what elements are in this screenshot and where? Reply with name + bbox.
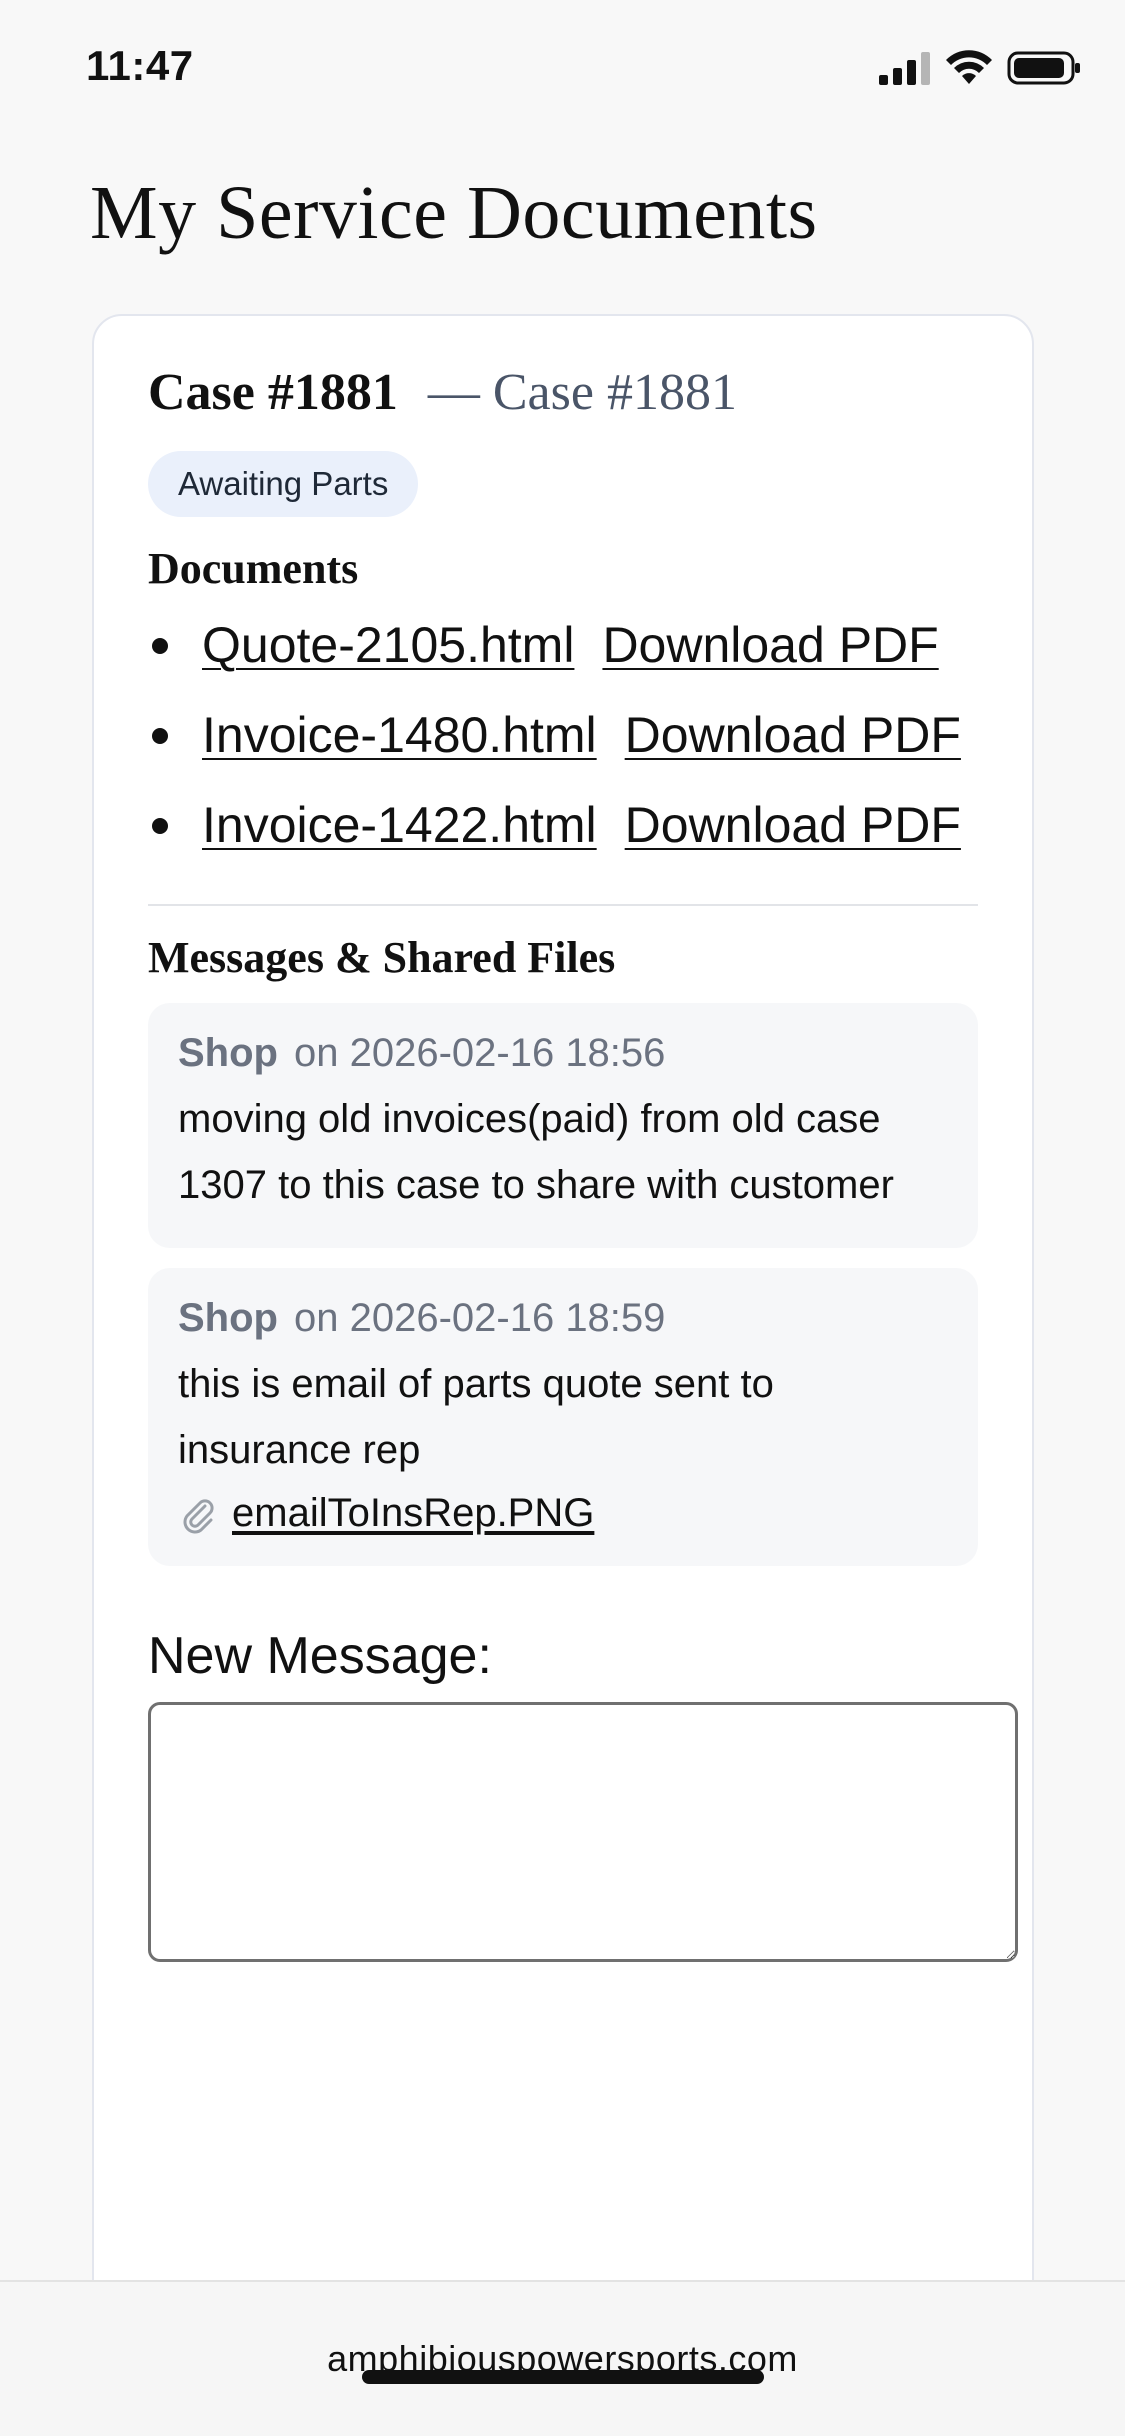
status-badge: Awaiting Parts (148, 451, 419, 518)
divider (148, 904, 978, 907)
home-indicator[interactable] (362, 2370, 764, 2384)
attachment-link[interactable]: emailToInsRep.PNG (232, 1491, 594, 1536)
page-title: My Service Documents (90, 171, 818, 255)
documents-list: Quote-2105.html Download PDF Invoice-1480… (148, 606, 978, 864)
message-body: this is email of parts quote sent to ins… (178, 1362, 774, 1473)
new-message-label: New Message: (148, 1627, 492, 1686)
message-card: Shop on 2026-02-16 18:56 moving old invoi… (148, 1003, 978, 1249)
message-author: Shop (178, 1296, 278, 1341)
battery-icon (1007, 51, 1080, 85)
message-author: Shop (178, 1031, 278, 1076)
message-timestamp: on 2026-02-16 18:59 (293, 1296, 666, 1341)
message-body: moving old invoices(paid) from old case … (178, 1097, 894, 1208)
document-link[interactable]: Quote-2105.html (202, 617, 574, 673)
message-attachment: emailToInsRep.PNG (178, 1491, 948, 1536)
document-link[interactable]: Invoice-1480.html (202, 707, 597, 763)
case-title: Case #1881 (148, 364, 398, 421)
new-message-input[interactable] (148, 1702, 1018, 1963)
download-pdf-link[interactable]: Download PDF (625, 797, 961, 853)
message-header: Shop on 2026-02-16 18:59 (178, 1296, 948, 1341)
message-timestamp: on 2026-02-16 18:56 (293, 1031, 666, 1076)
case-header: Case #1881 — Case #1881 (148, 364, 978, 421)
paperclip-icon (183, 1499, 214, 1534)
message-card: Shop on 2026-02-16 18:59 this is email of… (148, 1268, 978, 1567)
message-header: Shop on 2026-02-16 18:56 (178, 1031, 948, 1076)
status-bar: 11:47 (0, 0, 1125, 140)
messages-heading: Messages & Shared Files (148, 933, 616, 983)
case-subtitle: — Case #1881 (427, 364, 737, 421)
document-item: Invoice-1480.html Download PDF (148, 696, 978, 774)
documents-heading: Documents (148, 544, 359, 594)
status-time: 11:47 (86, 42, 194, 89)
browser-bottom-bar: amphibiouspowersports.com (0, 2280, 1125, 2436)
download-pdf-link[interactable]: Download PDF (602, 617, 938, 673)
document-item: Invoice-1422.html Download PDF (148, 786, 978, 864)
document-item: Quote-2105.html Download PDF (148, 606, 978, 684)
status-icons (879, 50, 1081, 86)
signal-icon (879, 52, 930, 85)
case-card: Case #1881 — Case #1881 Awaiting Parts D… (92, 314, 1034, 2436)
wifi-icon (946, 50, 992, 84)
document-link[interactable]: Invoice-1422.html (202, 797, 597, 853)
download-pdf-link[interactable]: Download PDF (625, 707, 961, 763)
